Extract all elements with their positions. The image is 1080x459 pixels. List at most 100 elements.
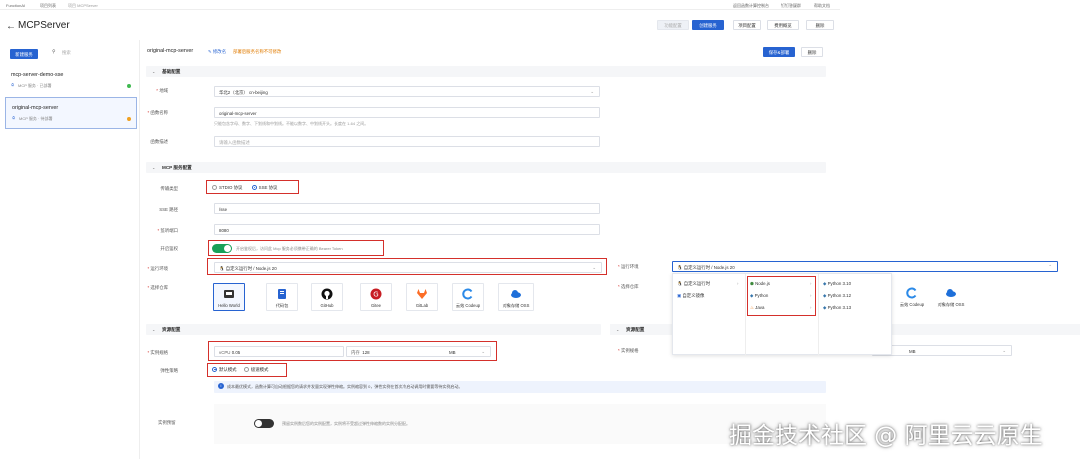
highlight-transport xyxy=(206,180,299,194)
codeup-icon xyxy=(462,288,473,300)
function-name-label: * 函数名称 xyxy=(147,110,168,115)
page-title: MCPServer xyxy=(18,20,70,31)
repo-codeup[interactable]: 云效 Codeup xyxy=(452,283,484,311)
auth-label: 开启鉴权 xyxy=(160,246,178,251)
overlay-repo-oss[interactable]: 对象存储 OSS xyxy=(932,282,970,310)
function-name-hint: 只能包含字母、数字、下划线和中划线。不能以数字、中划线开头。长度在 1-64 之… xyxy=(214,121,369,126)
project-config-button[interactable]: 项目配置 xyxy=(733,20,761,30)
repo-gitlab[interactable]: GitLab xyxy=(406,283,438,311)
repo-oss[interactable]: 对象存储 OSS xyxy=(498,283,534,311)
topbar-link-home[interactable]: FunctionAI xyxy=(6,3,25,8)
delete-project-button[interactable]: 删除 xyxy=(806,20,834,30)
cascader-python-313[interactable]: ◆ Python 3.13 xyxy=(823,303,851,313)
overlay-repo-codeup[interactable]: 云效 Codeup xyxy=(896,282,928,310)
cascader-col-1: 🐧 自定义运行时 › ▣ 自定义镜像 xyxy=(673,274,746,356)
chevron-right-icon: › xyxy=(737,281,739,286)
new-service-button[interactable]: 新建服务 xyxy=(10,49,38,59)
port-label: * 监听端口 xyxy=(157,228,178,233)
highlight-policy xyxy=(207,363,287,377)
gitlab-icon xyxy=(417,289,427,299)
repo-label: * 选择仓库 xyxy=(147,285,168,290)
section-resource[interactable]: ⌄ 资源配置 xyxy=(146,324,601,335)
prealloc-text: 预留实例数后您的实例配置，实例将不受超过弹性伸缩数的实例分配配。 xyxy=(282,421,410,426)
collapse-icon: ⌄ xyxy=(152,69,156,74)
repo-gitee[interactable]: G Gitee xyxy=(360,283,392,311)
sse-path-label: SSE 路径 xyxy=(159,207,178,212)
linux-icon: 🐧 xyxy=(677,265,684,270)
watermark: 掘金技术社区 @ 阿里云云原生 xyxy=(729,423,1043,449)
prealloc-toggle[interactable] xyxy=(254,419,274,428)
sidebar-item-name: original-mcp-server xyxy=(12,105,59,111)
oss-cloud-icon xyxy=(511,290,521,298)
sidebar-item-selected[interactable]: original-mcp-server ⛭ MCP 服务 · 待部署 xyxy=(5,97,137,129)
collapse-icon: ⌄ xyxy=(616,327,620,332)
prealloc-label: 实例预留 xyxy=(158,420,176,425)
highlight-auth xyxy=(208,240,384,256)
policy-info-box: i 成本最优模式，函数计算可自动根据您的请求并发量实现弹性伸缩。实例缩容到 0，… xyxy=(214,381,826,393)
sse-path-input[interactable]: /sse xyxy=(214,203,600,214)
sidebar-item-meta: MCP 服务 · 已部署 xyxy=(18,83,52,88)
feature-config-button[interactable]: 功能配置 xyxy=(657,20,689,30)
repo-code-package[interactable]: 代码包 xyxy=(266,283,298,311)
edit-name-link[interactable]: ✎ 修改名 xyxy=(208,49,226,55)
cascader-python-310[interactable]: ◆ Python 3.10 xyxy=(823,279,851,289)
oss-cloud-icon xyxy=(946,289,956,297)
topbar-link-projects[interactable]: 项目列表 xyxy=(40,3,56,9)
highlight-cascader-col2 xyxy=(747,276,816,316)
sidebar-item[interactable]: mcp-server-demo-sse ⛭ MCP 服务 · 已部署 xyxy=(5,65,137,95)
top-bar: FunctionAI 项目列表 项目 MCPServer 返回函数计算控制台 钉… xyxy=(0,0,840,10)
region-label: * 地域 xyxy=(156,88,168,93)
github-icon xyxy=(321,288,333,300)
topbar-link-docs[interactable]: 帮助文档 xyxy=(814,3,830,9)
highlight-runtime xyxy=(207,258,607,275)
save-deploy-button[interactable]: 保存&部署 xyxy=(763,47,795,57)
collapse-icon: ⌄ xyxy=(152,165,156,170)
status-dot xyxy=(127,117,131,121)
sidebar-search-input[interactable]: 搜索 xyxy=(62,50,71,56)
delete-button[interactable]: 删除 xyxy=(801,47,823,57)
mcp-icon: ⛭ xyxy=(12,115,16,120)
codeup-icon xyxy=(906,287,917,299)
cascader-custom-image[interactable]: ▣ 自定义镜像 xyxy=(677,291,743,301)
repo-github[interactable]: GitHub xyxy=(311,283,343,311)
section-mcp[interactable]: ⌄ MCP 服务配置 xyxy=(146,162,826,173)
section-basic[interactable]: ⌄ 基础配置 xyxy=(146,66,826,77)
cascader-col-3: ◆ Python 3.10 ◆ Python 3.12 ◆ Python 3.1… xyxy=(819,274,892,356)
chevron-up-icon: ⌃ xyxy=(1048,264,1052,269)
cost-overview-button[interactable]: 费用概览 xyxy=(767,20,799,30)
spec-label: * 实例规格 xyxy=(147,350,168,355)
region-select[interactable]: 华北2（北京） cn-beijing ⌄ xyxy=(214,86,600,97)
sidebar: 新建服务 ⚲ 搜索 mcp-server-demo-sse ⛭ MCP 服务 ·… xyxy=(5,40,140,459)
chevron-down-icon: ⌄ xyxy=(590,89,594,94)
collapse-icon: ⌄ xyxy=(152,327,156,332)
gitee-icon: G xyxy=(370,288,382,300)
overlay-runtime-label: * 运行环境 xyxy=(618,264,639,269)
sidebar-item-name: mcp-server-demo-sse xyxy=(11,72,64,78)
cascader-custom-runtime[interactable]: 🐧 自定义运行时 › xyxy=(677,279,743,289)
port-input[interactable]: 8080 xyxy=(214,224,600,235)
linux-icon: 🐧 xyxy=(677,281,684,286)
desc-input[interactable]: 请输入函数描述 xyxy=(214,136,600,147)
cascader-python-312[interactable]: ◆ Python 3.12 xyxy=(823,291,851,301)
overlay-memory-input[interactable]: MB ⌄ xyxy=(872,345,1012,356)
code-package-icon xyxy=(278,289,286,299)
overlay-repo-label: * 选择仓库 xyxy=(618,284,639,289)
overlay-spec-label: * 实例规格 xyxy=(618,348,639,353)
sidebar-item-meta: MCP 服务 · 待部署 xyxy=(19,116,53,121)
info-icon: i xyxy=(218,383,224,389)
desc-label: 函数描述 xyxy=(150,139,168,144)
chevron-down-icon: ⌄ xyxy=(1002,348,1006,353)
info-text: 成本最优模式，函数计算可自动根据您的请求并发量实现弹性伸缩。实例缩容到 0，弹性… xyxy=(227,384,463,389)
topbar-link-dingtalk[interactable]: 钉钉答疑群 xyxy=(781,3,801,9)
overlay-runtime-select[interactable]: 🐧 自定义运行时 / Node.js 20 ⌃ xyxy=(672,261,1058,272)
highlight-spec xyxy=(208,341,497,361)
function-name-input[interactable]: original-mcp-server xyxy=(214,107,600,118)
mcp-icon: ⛭ xyxy=(11,82,15,87)
create-service-button[interactable]: 创建服务 xyxy=(692,20,724,30)
svg-text:G: G xyxy=(373,290,378,298)
topbar-link-current[interactable]: 项目 MCPServer xyxy=(68,3,98,9)
back-arrow-icon[interactable]: ← xyxy=(6,21,16,32)
repo-hello-world[interactable]: Hello World xyxy=(213,283,245,311)
topbar-link-console[interactable]: 返回函数计算控制台 xyxy=(733,3,769,9)
name-warning: 部署后服务名称不可修改 xyxy=(233,49,282,54)
